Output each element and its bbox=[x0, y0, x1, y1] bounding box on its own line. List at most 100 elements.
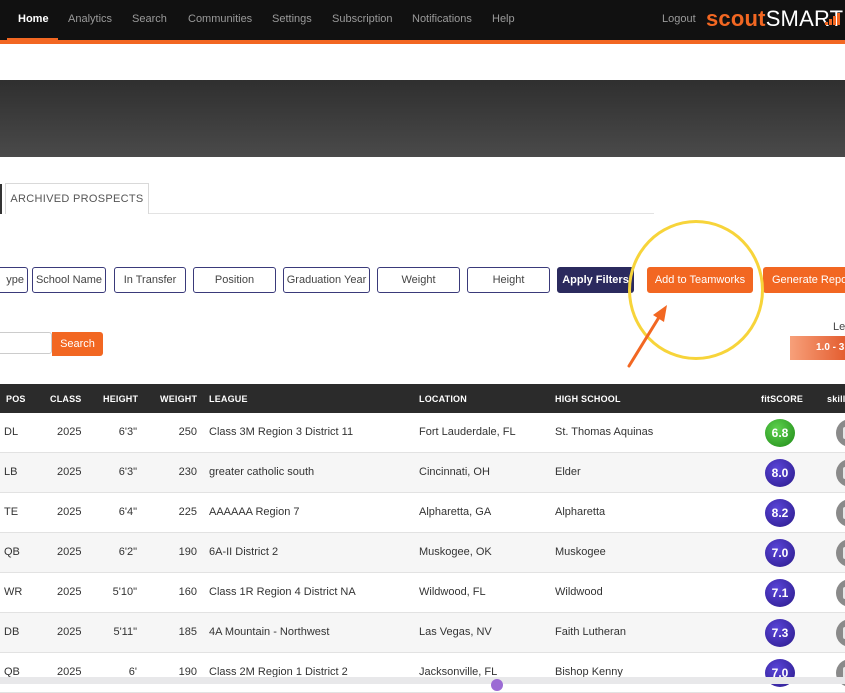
cell-league: 6A-II District 2 bbox=[209, 546, 279, 558]
cell-league: AAAAAA Region 7 bbox=[209, 506, 300, 518]
col-height[interactable]: HEIGHT bbox=[103, 394, 138, 404]
cell-pos: LB bbox=[4, 466, 18, 478]
nav-help[interactable]: Help bbox=[492, 13, 515, 25]
filter-height-button[interactable]: Height bbox=[467, 267, 550, 293]
brand-logo[interactable]: scoutSMART bbox=[706, 6, 843, 32]
cell-pos: TE bbox=[4, 506, 19, 518]
annotation-arrow-icon bbox=[627, 305, 667, 368]
fitscore-badge[interactable]: 8.2 bbox=[765, 499, 795, 527]
cell-weight: 225 bbox=[178, 506, 197, 518]
skill-icon[interactable] bbox=[836, 539, 845, 567]
cell-weight: 250 bbox=[178, 426, 197, 438]
table-row[interactable]: TE 2025 6'4" 225 AAAAAA Region 7 Alphare… bbox=[0, 493, 845, 533]
col-skill[interactable]: skill bbox=[827, 394, 845, 404]
table-row[interactable]: WR 2025 5'10" 160 Class 1R Region 4 Dist… bbox=[0, 573, 845, 613]
cell-class: 2025 bbox=[57, 626, 82, 638]
table-row[interactable]: DB 2025 5'11" 185 4A Mountain - Northwes… bbox=[0, 613, 845, 653]
table-row[interactable]: QB 2025 6'2" 190 6A-II District 2 Muskog… bbox=[0, 533, 845, 573]
col-location[interactable]: LOCATION bbox=[419, 394, 467, 404]
cell-class: 2025 bbox=[57, 506, 82, 518]
nav-subscription[interactable]: Subscription bbox=[332, 13, 393, 25]
fitscore-badge[interactable]: 6.8 bbox=[765, 419, 795, 447]
table-row[interactable]: DL 2025 6'3" 250 Class 3M Region 3 Distr… bbox=[0, 413, 845, 453]
filter-school-name-button[interactable]: School Name bbox=[32, 267, 106, 293]
level-label: Le bbox=[833, 321, 845, 333]
cell-height: 6'3" bbox=[118, 466, 137, 478]
cell-league: Class 1R Region 4 District NA bbox=[209, 586, 356, 598]
filter-in-transfer-button[interactable]: In Transfer bbox=[114, 267, 186, 293]
col-weight[interactable]: WEIGHT bbox=[160, 394, 197, 404]
brand-logo-scout: scout bbox=[706, 6, 766, 31]
logout-link[interactable]: Logout bbox=[662, 13, 696, 25]
filter-weight-button[interactable]: Weight bbox=[377, 267, 460, 293]
generate-report-button[interactable]: Generate Repor bbox=[763, 267, 845, 293]
skill-icon[interactable] bbox=[836, 459, 845, 487]
cell-pos: QB bbox=[4, 546, 20, 558]
cell-pos: DB bbox=[4, 626, 20, 638]
cell-location: Fort Lauderdale, FL bbox=[419, 426, 516, 438]
nav-home[interactable]: Home bbox=[18, 13, 49, 25]
cell-weight: 230 bbox=[178, 466, 197, 478]
cell-high-school: Wildwood bbox=[555, 586, 603, 598]
cell-high-school: Elder bbox=[555, 466, 581, 478]
nav-settings[interactable]: Settings bbox=[272, 13, 312, 25]
nav-analytics[interactable]: Analytics bbox=[68, 13, 112, 25]
col-class[interactable]: CLASS bbox=[50, 394, 82, 404]
skill-icon[interactable] bbox=[836, 419, 845, 447]
fitscore-badge[interactable]: 7.0 bbox=[765, 539, 795, 567]
cell-location: Wildwood, FL bbox=[419, 586, 486, 598]
cell-high-school: St. Thomas Aquinas bbox=[555, 426, 654, 438]
cell-high-school: Muskogee bbox=[555, 546, 606, 558]
nav-search[interactable]: Search bbox=[132, 13, 167, 25]
table-header: POS CLASS HEIGHT WEIGHT LEAGUE LOCATION … bbox=[0, 384, 845, 413]
col-fitscore[interactable]: fitSCORE bbox=[761, 394, 803, 404]
col-league[interactable]: LEAGUE bbox=[209, 394, 248, 404]
cell-weight: 185 bbox=[178, 626, 197, 638]
table-row[interactable]: LB 2025 6'3" 230 greater catholic south … bbox=[0, 453, 845, 493]
page-banner bbox=[0, 80, 845, 157]
cell-pos: DL bbox=[4, 426, 19, 438]
fitscore-badge[interactable]: 7.3 bbox=[765, 619, 795, 647]
nav-active-indicator bbox=[7, 38, 58, 41]
skill-icon[interactable] bbox=[836, 619, 845, 647]
filter-type-button[interactable]: ype bbox=[0, 267, 28, 293]
cell-location: Cincinnati, OH bbox=[419, 466, 490, 478]
skill-icon[interactable] bbox=[836, 499, 845, 527]
brand-bars-icon bbox=[825, 11, 845, 25]
cell-height: 6'4" bbox=[118, 506, 137, 518]
search-button[interactable]: Search bbox=[52, 332, 103, 356]
cell-class: 2025 bbox=[57, 546, 82, 558]
cell-height: 5'10" bbox=[112, 586, 137, 598]
cell-weight: 160 bbox=[178, 586, 197, 598]
cell-class: 2025 bbox=[57, 426, 82, 438]
cell-league: Class 3M Region 3 District 11 bbox=[209, 426, 354, 438]
cell-high-school: Alpharetta bbox=[555, 506, 606, 518]
active-tab-edge[interactable] bbox=[0, 184, 2, 214]
skill-icon[interactable] bbox=[836, 579, 845, 607]
cell-high-school: Faith Lutheran bbox=[555, 626, 626, 638]
cell-height: 6'2" bbox=[118, 546, 137, 558]
floating-widget-icon[interactable] bbox=[491, 679, 503, 691]
fitscore-badge[interactable]: 7.1 bbox=[765, 579, 795, 607]
cell-location: Muskogee, OK bbox=[419, 546, 492, 558]
nav-notifications[interactable]: Notifications bbox=[412, 13, 472, 25]
cell-location: Alpharetta, GA bbox=[419, 506, 492, 518]
level-badge[interactable]: 1.0 - 3 bbox=[790, 336, 845, 360]
col-pos[interactable]: POS bbox=[6, 394, 26, 404]
fitscore-badge[interactable]: 8.0 bbox=[765, 459, 795, 487]
cell-weight: 190 bbox=[178, 546, 197, 558]
filter-position-button[interactable]: Position bbox=[193, 267, 276, 293]
table-row[interactable]: QB 2025 6' 190 Class 2M Region 1 Distric… bbox=[0, 653, 845, 693]
cell-location: Las Vegas, NV bbox=[419, 626, 492, 638]
tab-archived-prospects[interactable]: ARCHIVED PROSPECTS bbox=[5, 183, 149, 214]
apply-filters-button[interactable]: Apply Filters bbox=[557, 267, 634, 293]
col-high-school[interactable]: HIGH SCHOOL bbox=[555, 394, 621, 404]
top-nav: Home Analytics Search Communities Settin… bbox=[0, 0, 845, 44]
cell-class: 2025 bbox=[57, 466, 82, 478]
bottom-scrollbar[interactable] bbox=[0, 677, 845, 684]
cell-league: 4A Mountain - Northwest bbox=[209, 626, 330, 638]
search-input[interactable] bbox=[0, 332, 52, 354]
cell-height: 6'3" bbox=[118, 426, 137, 438]
filter-graduation-year-button[interactable]: Graduation Year bbox=[283, 267, 370, 293]
nav-communities[interactable]: Communities bbox=[188, 13, 252, 25]
